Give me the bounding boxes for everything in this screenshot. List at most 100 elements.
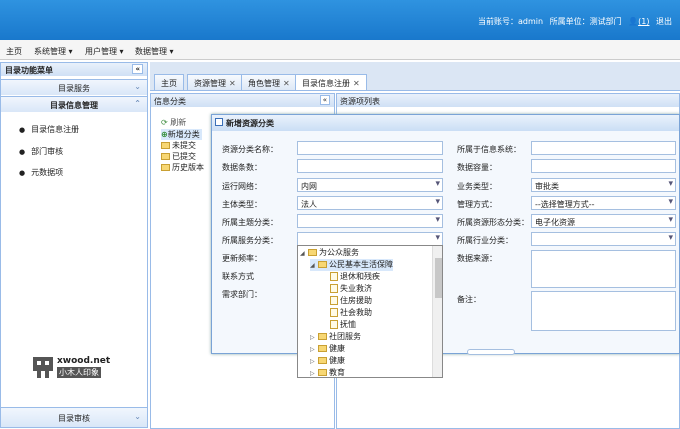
tree-item-unsubmitted[interactable]: 未提交 <box>161 140 196 151</box>
system-label: 所属于信息系统： <box>457 145 521 154</box>
service-select[interactable] <box>297 232 443 246</box>
expand-icon[interactable]: ◢ <box>310 262 318 269</box>
folder-icon <box>318 357 327 364</box>
logo-text: xwood.net <box>57 356 111 366</box>
refresh-button[interactable]: ⟳ 刷新 <box>161 117 186 128</box>
section-label: 目录审核 <box>58 414 90 423</box>
folder-icon <box>318 261 327 268</box>
sidebar-section-service[interactable]: 目录服务 ⌄ <box>1 79 147 95</box>
form-label: 所属资源形态分类： <box>457 218 529 227</box>
tree-node-health-2[interactable]: ▷ 健康 <box>310 355 345 367</box>
tree-node-public-service[interactable]: ◢ 为公众服务 <box>300 247 359 259</box>
menu-home[interactable]: 主页 <box>6 46 22 57</box>
close-icon[interactable]: ✕ <box>353 79 360 88</box>
sidebar: 目录功能菜单 « 目录服务 ⌄ 目录信息管理 ⌃ 目录信息注册 部门审核 元数据… <box>0 62 148 428</box>
tree-node-unemployment[interactable]: 失业救济 <box>330 283 372 295</box>
sidebar-item-register[interactable]: 目录信息注册 <box>19 124 79 135</box>
tree-node-pension[interactable]: 抚恤 <box>330 319 356 331</box>
expand-icon[interactable]: ▷ <box>310 358 318 365</box>
logo-subtitle: 小木人印象 <box>57 367 101 378</box>
expand-icon[interactable]: ◢ <box>300 250 308 257</box>
tab-role[interactable]: 角色管理 ✕ <box>241 74 297 90</box>
folder-icon <box>318 369 327 376</box>
collapse-icon[interactable]: « <box>319 95 330 105</box>
close-icon[interactable]: ✕ <box>229 79 236 88</box>
tree-node-housing[interactable]: 住房援助 <box>330 295 372 307</box>
menu-system[interactable]: 系统管理 ▾ <box>34 46 73 57</box>
add-category-dialog: 新增资源分类 资源分类名称： 数据条数： 运行网络： 主体类型： 所属主题分类：… <box>211 114 680 355</box>
logo: xwood.net 小木人印象 <box>31 355 111 379</box>
sidebar-item-dept-review[interactable]: 部门审核 <box>19 146 63 157</box>
subject-select[interactable]: 法人 <box>297 196 443 210</box>
tree-label: 社会救助 <box>340 308 372 317</box>
add-category-button[interactable]: ⊕新增分类 <box>161 129 202 140</box>
mgmt-label: 管理方式： <box>457 200 497 209</box>
refresh-icon: ⟳ <box>161 118 168 127</box>
resource-panel-header: 资源项列表 <box>337 94 679 107</box>
tree-item-history[interactable]: 历史版本 <box>161 162 204 173</box>
classify-title: 信息分类 <box>154 97 186 106</box>
service-dropdown: ◢ 为公众服务 ◢ 公民基本生活保障 退休和残疾 失业救济 住房援助 社会救助 抚恤… <box>297 245 443 378</box>
file-icon <box>330 320 338 329</box>
expand-icon[interactable]: ▷ <box>310 370 318 377</box>
tree-label: 抚恤 <box>340 320 356 329</box>
tab-home[interactable]: 主页 <box>154 74 184 90</box>
tree-item-submitted[interactable]: 已提交 <box>161 151 196 162</box>
account-label: 当前账号：admin <box>477 17 544 26</box>
biz-label: 业务类型： <box>457 182 497 191</box>
expand-icon[interactable]: ▷ <box>310 346 318 353</box>
menu-data[interactable]: 数据管理 ▾ <box>135 46 174 57</box>
tab-label: 目录信息注册 <box>302 79 350 88</box>
industry-select[interactable] <box>531 232 676 246</box>
folder-icon <box>161 164 170 171</box>
logout-link[interactable]: 退出 <box>656 17 672 26</box>
user-count[interactable]: (1) <box>638 17 649 26</box>
collapse-icon[interactable]: « <box>132 64 143 74</box>
sidebar-section-review[interactable]: 目录审核 ⌄ <box>1 407 147 427</box>
tab-label: 资源管理 <box>194 79 226 88</box>
name-input[interactable] <box>297 141 443 155</box>
tab-resource[interactable]: 资源管理 ✕ <box>187 74 243 90</box>
mgmt-select[interactable]: --选择管理方式-- <box>531 196 676 210</box>
tree-label: 新增分类 <box>167 130 200 139</box>
menu-bar: 主页 系统管理 ▾ 用户管理 ▾ 数据管理 ▾ <box>0 40 680 60</box>
close-icon[interactable]: ✕ <box>283 79 290 88</box>
biz-select[interactable]: 审批类 <box>531 178 676 192</box>
tree-label: 社团服务 <box>329 332 361 341</box>
form-select[interactable]: 电子化资源 <box>531 214 676 228</box>
chevron-up-icon[interactable]: ⌃ <box>134 99 141 108</box>
sidebar-item-metadata[interactable]: 元数据项 <box>19 167 63 178</box>
cancel-button[interactable] <box>467 349 515 355</box>
tree-node-community[interactable]: ▷ 社团服务 <box>310 331 361 343</box>
scrollbar-thumb[interactable] <box>435 258 442 298</box>
topic-label: 所属主题分类： <box>222 218 278 227</box>
tree-node-education[interactable]: ▷ 教育 <box>310 367 345 377</box>
expand-icon[interactable]: ▷ <box>310 334 318 341</box>
tree-label: 公民基本生活保障 <box>329 260 393 269</box>
source-textarea[interactable] <box>531 250 676 288</box>
chevron-down-icon[interactable]: ⌄ <box>134 82 141 91</box>
sidebar-section-info-manage[interactable]: 目录信息管理 ⌃ <box>1 96 147 112</box>
count-input[interactable] <box>297 159 443 173</box>
tree-label: 未提交 <box>172 141 196 150</box>
menu-user[interactable]: 用户管理 ▾ <box>85 46 124 57</box>
remark-textarea[interactable] <box>531 291 676 331</box>
tree-node-retirement[interactable]: 退休和残疾 <box>330 271 380 283</box>
dropdown-scrollbar[interactable] <box>432 246 442 377</box>
chevron-down-icon[interactable]: ⌄ <box>134 412 141 421</box>
user-icon[interactable]: 👤 <box>628 17 638 26</box>
topic-select[interactable] <box>297 214 443 228</box>
tab-register[interactable]: 目录信息注册 ✕ <box>295 74 367 90</box>
network-select[interactable]: 内网 <box>297 178 443 192</box>
sidebar-title: 目录功能菜单 « <box>1 63 147 76</box>
industry-label: 所属行业分类： <box>457 236 513 245</box>
system-input[interactable] <box>531 141 676 155</box>
tree-node-basic-living[interactable]: ◢ 公民基本生活保障 <box>310 259 393 271</box>
tree-label: 教育 <box>329 368 345 377</box>
tree-node-social-aid[interactable]: 社会救助 <box>330 307 372 319</box>
tree-label: 失业救济 <box>340 284 372 293</box>
tree-node-health[interactable]: ▷ 健康 <box>310 343 345 355</box>
capacity-input[interactable] <box>531 159 676 173</box>
freq-label: 更新频率： <box>222 254 262 263</box>
header-user-info: 当前账号：admin 所属单位：测试部门 👤(1) 退出 <box>474 16 672 27</box>
